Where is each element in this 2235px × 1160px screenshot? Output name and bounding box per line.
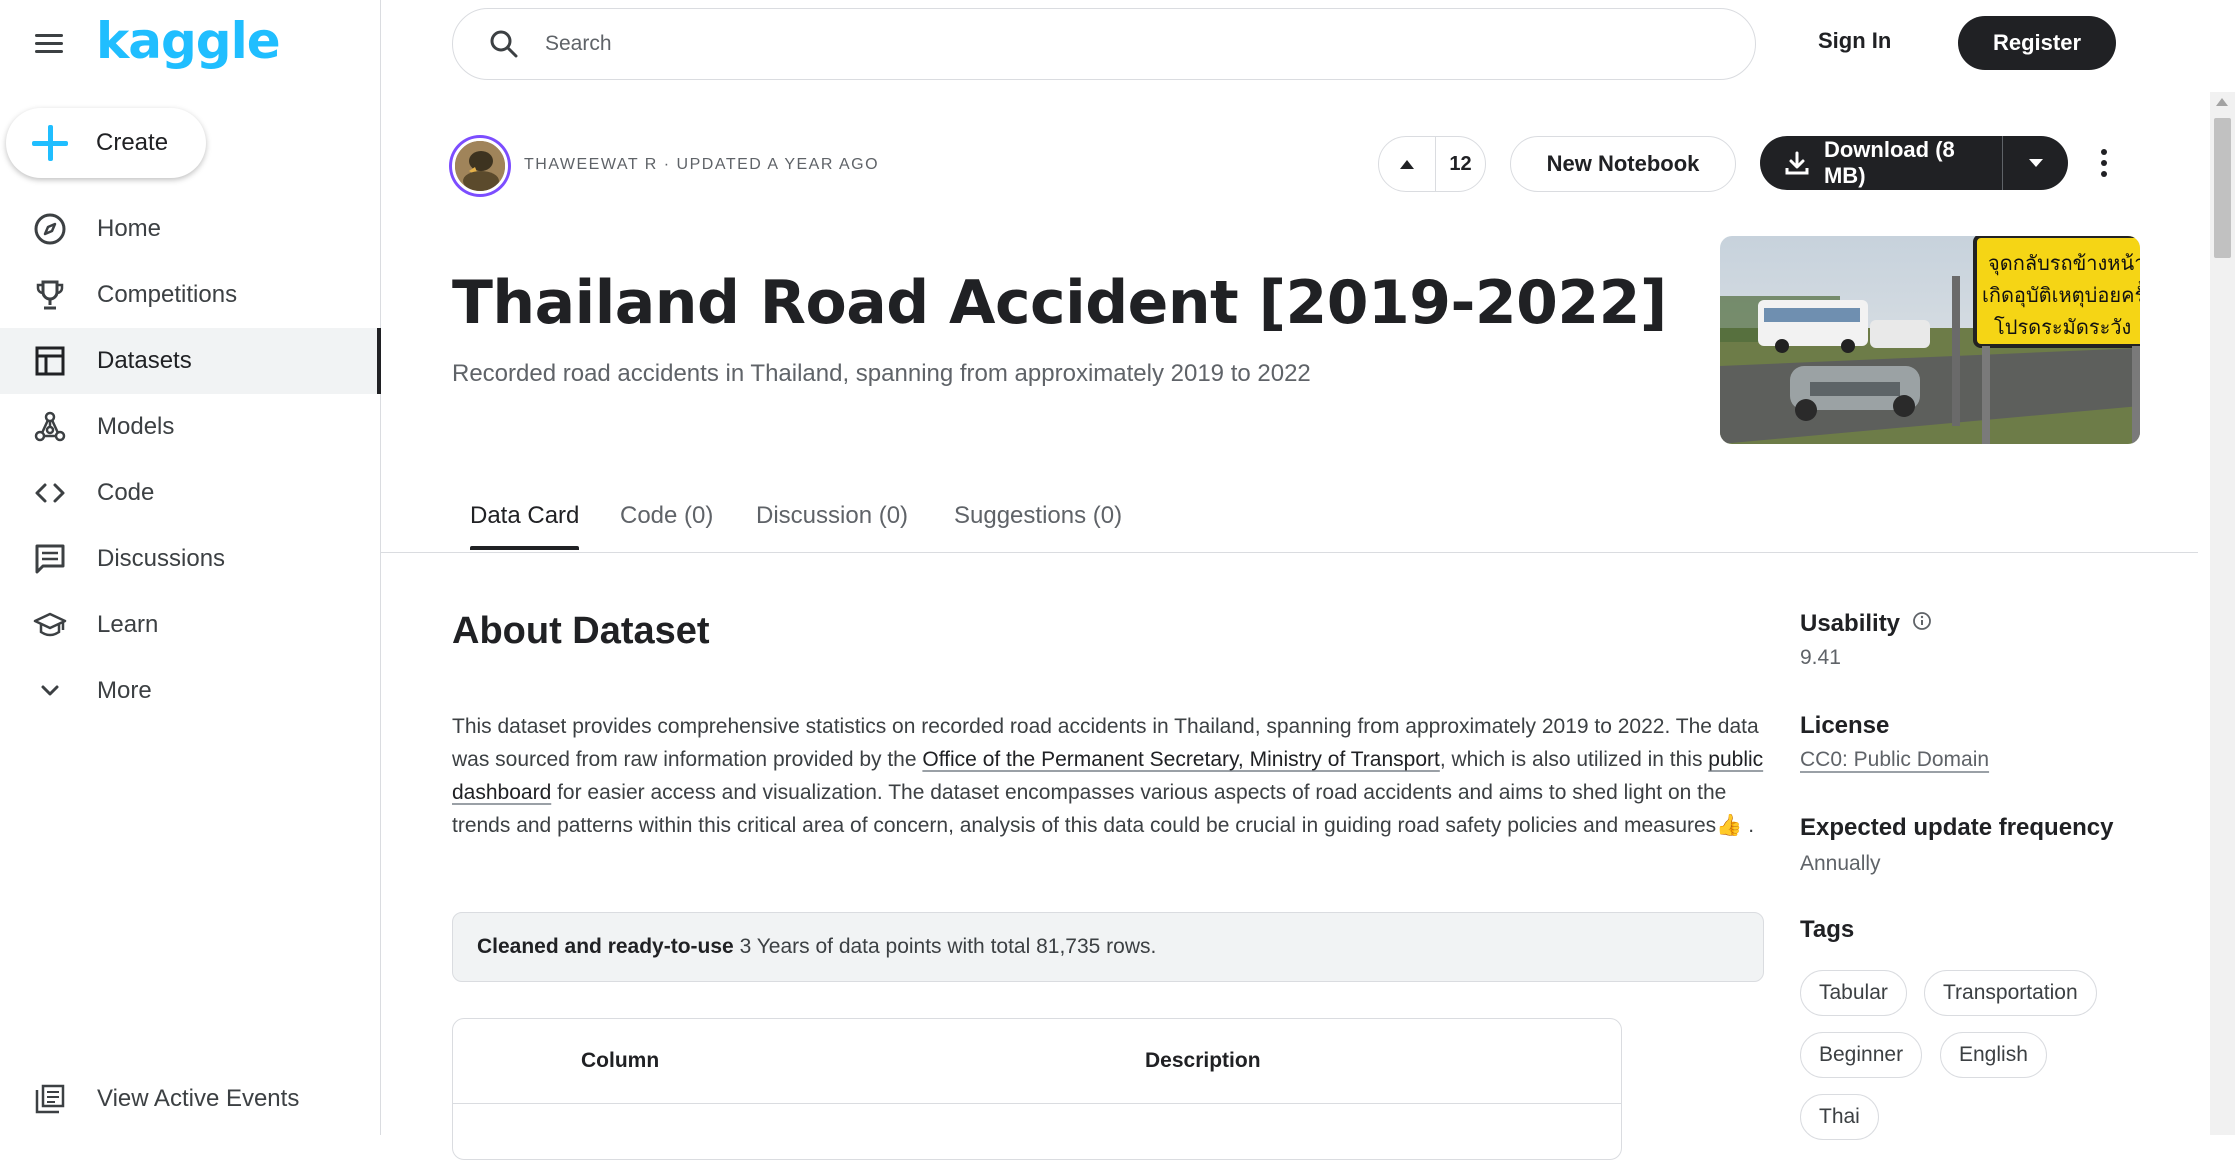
thumbs-up-emoji: 👍: [1716, 814, 1743, 837]
dataset-title: Thailand Road Accident [2019-2022]: [452, 268, 1667, 338]
about-text-2: , which is also utilized in this: [1439, 748, 1709, 771]
download-label: Download (8 MB): [1823, 137, 1955, 188]
download-icon: [1785, 151, 1809, 175]
chevron-down-icon: [32, 673, 68, 709]
search-input[interactable]: [543, 23, 1697, 65]
description-header: Description: [1145, 1049, 1261, 1072]
about-text-3: for easier access and visualization. The…: [452, 781, 1727, 837]
sidebar-item-label: Learn: [97, 611, 159, 638]
license-label: License: [1800, 712, 1890, 739]
sidebar-item-datasets[interactable]: Datasets: [0, 328, 381, 394]
about-description: This dataset provides comprehensive stat…: [452, 710, 1772, 842]
dataset-cover-image: จุดกลับรถข้างหน้า เกิดอุบัติเหตุบ่อยครั้…: [1720, 236, 2140, 444]
graduation-cap-icon: [32, 607, 68, 643]
create-button[interactable]: Create: [6, 108, 206, 178]
view-active-events-label: View Active Events: [97, 1085, 300, 1112]
caret-up-icon: [1400, 160, 1414, 169]
table-divider: [453, 1103, 1621, 1104]
hamburger-menu-icon[interactable]: [32, 28, 68, 58]
about-text-end: .: [1748, 814, 1755, 837]
download-options-button[interactable]: [2003, 136, 2068, 190]
dataset-subtitle: Recorded road accidents in Thailand, spa…: [452, 360, 1311, 387]
more-options-icon[interactable]: [2092, 138, 2116, 188]
upvote-count[interactable]: 12: [1436, 137, 1485, 191]
tag-thai[interactable]: Thai: [1800, 1094, 1879, 1140]
sidebar-item-home[interactable]: Home: [0, 196, 380, 262]
sidebar-item-label: Code: [97, 479, 155, 506]
sidebar-item-discussions[interactable]: Discussions: [0, 526, 380, 592]
sidebar-item-label: Home: [97, 215, 162, 242]
tag-tabular[interactable]: Tabular: [1800, 970, 1907, 1016]
discussion-icon: [32, 541, 68, 577]
sign-text-line1: จุดกลับรถข้างหน้า: [1988, 251, 2140, 276]
download-button[interactable]: Download (8 MB): [1760, 136, 2002, 190]
sidebar-item-more[interactable]: More: [0, 658, 380, 724]
sidebar-item-code[interactable]: Code: [0, 460, 380, 526]
sidebar-item-models[interactable]: Models: [0, 394, 380, 460]
usability-label: Usability: [1800, 610, 1901, 637]
plus-icon: [30, 123, 70, 163]
create-label: Create: [96, 129, 169, 156]
kaggle-logo[interactable]: kaggle: [96, 12, 281, 70]
trophy-icon: [32, 277, 68, 313]
info-callout: Cleaned and ready-to-use 3 Years of data…: [452, 912, 1764, 982]
frequency-label: Expected update frequency: [1800, 814, 2114, 841]
sign-in-button[interactable]: Sign In: [1818, 28, 1891, 54]
models-icon: [32, 409, 68, 445]
new-notebook-button[interactable]: New Notebook: [1510, 136, 1736, 192]
scroll-up-arrow-icon[interactable]: [2216, 98, 2228, 106]
info-icon[interactable]: [1912, 610, 1932, 638]
author-avatar[interactable]: [452, 138, 508, 194]
usability-value: 9.41: [1800, 646, 1841, 669]
register-button[interactable]: Register: [1958, 16, 2116, 70]
author-line[interactable]: THAWEEWAT R · UPDATED A YEAR AGO: [524, 156, 879, 174]
tag-transportation[interactable]: Transportation: [1924, 970, 2097, 1016]
sidebar-item-label: Models: [97, 413, 175, 440]
sidebar-item-competitions[interactable]: Competitions: [0, 262, 380, 328]
usability-heading: Usability: [1800, 610, 1932, 638]
sidebar-item-learn[interactable]: Learn: [0, 592, 380, 658]
tab-suggestions[interactable]: Suggestions (0): [954, 502, 1122, 550]
sidebar-item-label: Discussions: [97, 545, 226, 572]
callout-bold: Cleaned and ready-to-use: [477, 935, 734, 958]
frequency-value: Annually: [1800, 852, 1881, 875]
tab-data-card[interactable]: Data Card: [470, 502, 580, 550]
compass-icon: [32, 211, 68, 247]
license-link[interactable]: CC0: Public Domain: [1800, 748, 1989, 772]
download-button-group: Download (8 MB): [1760, 136, 2068, 190]
callout-text: 3 Years of data points with total 81,735…: [733, 935, 1157, 958]
code-icon: [32, 475, 68, 511]
upvote-widget: 12: [1378, 136, 1486, 192]
sidebar-item-label: Datasets: [97, 347, 192, 374]
sidebar: kaggle Create Home Competitions Datasets…: [0, 0, 381, 1135]
search-bar[interactable]: [452, 8, 1756, 80]
table-icon: [32, 343, 68, 379]
column-header: Column: [581, 1049, 660, 1072]
dataset-tabs: Data Card Code (0) Discussion (0) Sugges…: [380, 486, 2198, 553]
scrollbar-thumb[interactable]: [2214, 118, 2231, 258]
sign-text-line2: เกิดอุบัติเหตุบ่อยครั้ง: [1982, 281, 2140, 308]
sidebar-item-label: Competitions: [97, 281, 238, 308]
caret-down-icon: [2028, 159, 2043, 167]
sidebar-item-label: More: [97, 677, 152, 704]
page-scrollbar[interactable]: [2210, 92, 2235, 1135]
column-table: Column Description: [452, 1018, 1622, 1160]
about-heading: About Dataset: [452, 610, 710, 652]
sign-text-line3: โปรดระมัดระวัง: [1994, 315, 2131, 339]
tag-beginner[interactable]: Beginner: [1800, 1032, 1923, 1078]
tags-label: Tags: [1800, 916, 1855, 943]
ministry-link[interactable]: Office of the Permanent Secretary, Minis…: [922, 748, 1439, 771]
tag-english[interactable]: English: [1940, 1032, 2047, 1078]
tab-code[interactable]: Code (0): [620, 502, 713, 550]
upvote-button[interactable]: [1379, 137, 1436, 191]
search-icon: [489, 29, 519, 64]
stacked-windows-icon: [32, 1081, 68, 1117]
view-active-events-link[interactable]: View Active Events: [0, 1066, 380, 1132]
tab-discussion[interactable]: Discussion (0): [756, 502, 908, 550]
